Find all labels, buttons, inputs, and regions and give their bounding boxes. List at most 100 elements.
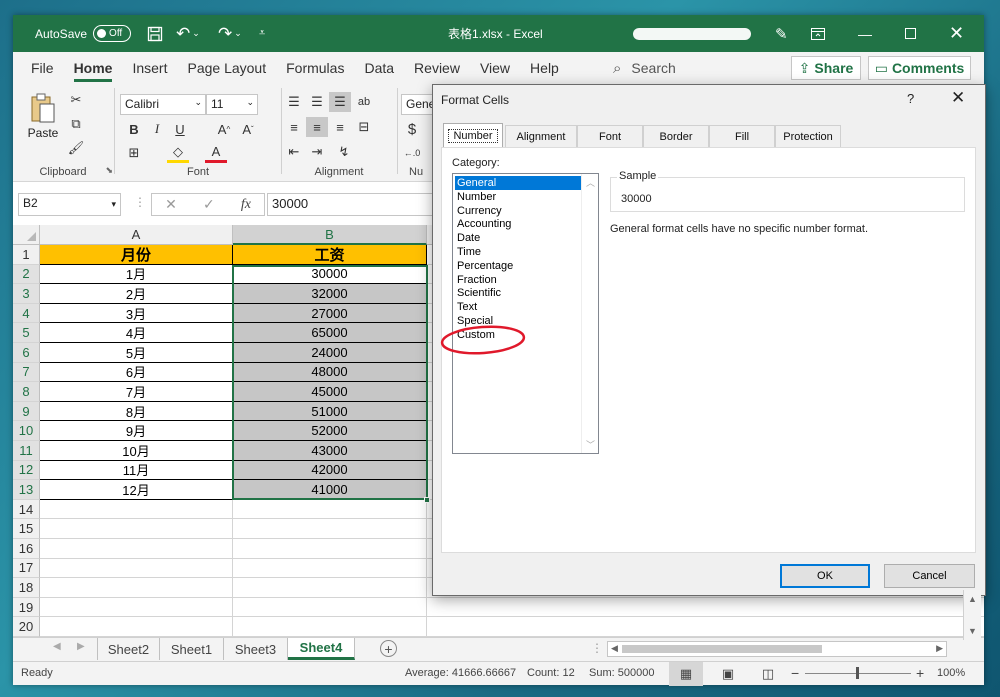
category-list[interactable]: ︿ ﹀ General Number Currency Accounting Date T…	[452, 173, 599, 454]
decrease-indent-icon[interactable]: ⇤	[283, 142, 305, 162]
dialog-tab-fill[interactable]: Fill	[709, 125, 775, 147]
horizontal-scrollbar[interactable]: ◀ ▶	[607, 641, 947, 657]
copy-icon[interactable]: ⧉	[65, 114, 87, 134]
wrap-text-icon[interactable]: ↯	[333, 142, 355, 162]
month-cell[interactable]: 2月	[40, 284, 233, 304]
sheet-tab-sheet1[interactable]: Sheet1	[160, 638, 224, 660]
dialog-close-icon[interactable]: ✕	[951, 88, 965, 108]
currency-icon[interactable]: $	[401, 119, 423, 139]
dialog-tab-alignment[interactable]: Alignment	[505, 125, 577, 147]
row-header[interactable]: 4	[13, 303, 40, 324]
align-middle-icon[interactable]: ☰	[306, 92, 328, 112]
tab-file[interactable]: File	[21, 52, 64, 84]
row-header[interactable]: 1	[13, 245, 40, 265]
row-header[interactable]: 3	[13, 284, 40, 304]
align-top-icon[interactable]: ☰	[283, 92, 305, 112]
empty-cell[interactable]	[40, 578, 233, 598]
salary-cell[interactable]: 65000	[233, 323, 427, 343]
column-header-b[interactable]: B	[233, 225, 427, 245]
tab-home[interactable]: Home	[64, 52, 123, 84]
dialog-tab-number[interactable]: Number	[443, 123, 503, 148]
sheet-tab-sheet2[interactable]: Sheet2	[97, 638, 160, 660]
empty-cell[interactable]	[233, 597, 427, 618]
row-header[interactable]: 11	[13, 441, 40, 461]
tab-review[interactable]: Review	[404, 52, 470, 84]
salary-cell[interactable]: 24000	[233, 343, 427, 363]
zoom-in-icon[interactable]: +	[916, 665, 924, 681]
row-header[interactable]: 18	[13, 578, 40, 598]
month-cell[interactable]: 10月	[40, 441, 233, 461]
category-item[interactable]: Text	[455, 300, 581, 314]
category-item[interactable]: Fraction	[455, 273, 581, 287]
increase-indent-icon[interactable]: ⇥	[306, 142, 328, 162]
month-cell[interactable]: 3月	[40, 303, 233, 324]
header-cell-salary[interactable]: 工资	[233, 245, 427, 265]
tab-splitter-icon[interactable]: ⋮	[591, 641, 603, 655]
salary-cell[interactable]: 27000	[233, 303, 427, 324]
ribbon-display-icon[interactable]	[811, 15, 825, 52]
salary-cell[interactable]: 48000	[233, 362, 427, 383]
autosave-toggle[interactable]: Off	[93, 25, 132, 42]
row-header[interactable]: 5	[13, 323, 40, 343]
underline-icon[interactable]: U	[169, 119, 191, 139]
empty-cell[interactable]	[233, 539, 427, 559]
row-header[interactable]: 10	[13, 421, 40, 441]
page-layout-view-icon[interactable]: ▣	[713, 662, 743, 686]
paste-button[interactable]: Paste	[27, 92, 59, 150]
category-item[interactable]: Number	[455, 190, 581, 204]
tab-help[interactable]: Help	[520, 52, 569, 84]
row-header[interactable]: 14	[13, 499, 40, 520]
month-cell[interactable]: 11月	[40, 460, 233, 481]
salary-cell[interactable]: 30000	[233, 264, 427, 285]
increase-font-icon[interactable]: A ^	[213, 119, 235, 139]
cancel-button[interactable]: Cancel	[884, 564, 975, 588]
dialog-launcher-icon[interactable]: ⬊	[105, 165, 113, 176]
category-item[interactable]: General	[455, 176, 581, 190]
redo-icon[interactable]: ↷ ⌄	[218, 15, 242, 52]
dialog-help-icon[interactable]: ?	[907, 91, 914, 106]
empty-cell[interactable]	[40, 617, 233, 637]
month-cell[interactable]: 4月	[40, 323, 233, 343]
row-header[interactable]: 19	[13, 597, 40, 618]
search-box[interactable]: ⌕ Search	[613, 52, 676, 84]
italic-icon[interactable]: I	[146, 119, 168, 139]
tab-page-layout[interactable]: Page Layout	[177, 52, 276, 84]
scroll-tabs-right-icon[interactable]: ▶	[77, 641, 85, 652]
dialog-tab-border[interactable]: Border	[643, 125, 709, 147]
row-header[interactable]: 8	[13, 382, 40, 402]
empty-cell[interactable]	[40, 519, 233, 539]
salary-cell[interactable]: 43000	[233, 441, 427, 461]
empty-cell[interactable]	[427, 617, 984, 637]
merge-center-icon[interactable]: ⊟	[353, 117, 375, 137]
cancel-entry-icon[interactable]: ✕	[165, 196, 177, 213]
category-scrollbar[interactable]: ︿ ﹀	[581, 174, 598, 453]
dialog-tab-protection[interactable]: Protection	[775, 125, 841, 147]
month-cell[interactable]: 12月	[40, 480, 233, 500]
zoom-slider[interactable]	[805, 667, 911, 679]
empty-cell[interactable]	[40, 558, 233, 579]
cut-icon[interactable]: ✂	[65, 90, 87, 110]
vertical-scrollbar[interactable]: ▲ ▼	[963, 590, 981, 640]
align-bottom-icon[interactable]: ☰	[329, 92, 351, 112]
row-header[interactable]: 16	[13, 539, 40, 559]
tab-view[interactable]: View	[470, 52, 520, 84]
add-sheet-icon[interactable]: +	[380, 640, 397, 657]
salary-cell[interactable]: 32000	[233, 284, 427, 304]
autosave-control[interactable]: AutoSave Off	[35, 15, 132, 52]
empty-cell[interactable]	[233, 578, 427, 598]
pen-icon[interactable]: ✎	[775, 15, 788, 52]
salary-cell[interactable]: 51000	[233, 401, 427, 422]
empty-cell[interactable]	[40, 597, 233, 618]
row-header[interactable]: 13	[13, 480, 40, 500]
header-cell-month[interactable]: 月份	[40, 245, 233, 265]
normal-view-icon[interactable]: ▦	[669, 662, 703, 686]
align-left-icon[interactable]: ≡	[283, 117, 305, 137]
row-header[interactable]: 15	[13, 519, 40, 539]
undo-icon[interactable]: ↶ ⌄	[176, 15, 200, 52]
column-header-a[interactable]: A	[40, 225, 233, 245]
select-all-corner[interactable]	[13, 225, 40, 245]
minimize-icon[interactable]: —	[858, 15, 872, 52]
month-cell[interactable]: 7月	[40, 382, 233, 402]
month-cell[interactable]: 5月	[40, 343, 233, 363]
close-icon[interactable]: ✕	[949, 15, 964, 52]
